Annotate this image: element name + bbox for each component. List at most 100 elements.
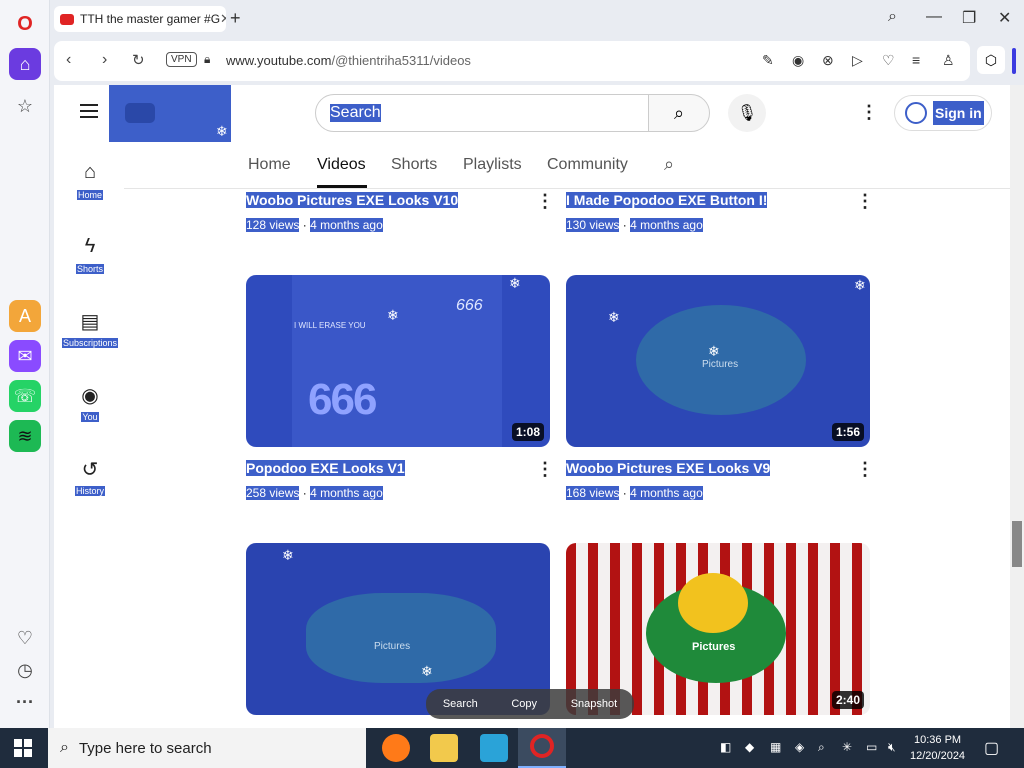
profile-icon[interactable]: ♙ xyxy=(942,52,955,69)
taskbar-search-input[interactable]: ⌕ Type here to search xyxy=(48,728,366,768)
search-button[interactable]: ⌕ xyxy=(648,94,710,132)
spotify-icon[interactable]: ≋ xyxy=(9,420,41,452)
volume-muted-icon[interactable]: 🔇︎ xyxy=(888,740,896,755)
tray-app-icon[interactable]: ✳ xyxy=(842,740,852,754)
guide-home[interactable]: ⌂ Home xyxy=(56,161,124,203)
video-title[interactable]: I Made Popodoo EXE Button I! xyxy=(566,192,768,208)
snowflake-icon: ❄ xyxy=(282,547,294,563)
opera-taskbar-button[interactable] xyxy=(518,728,566,768)
lock-icon[interactable]: 🔒︎ xyxy=(204,52,210,67)
meta-dot: · xyxy=(622,218,627,232)
video-title[interactable]: Woobo Pictures EXE Looks V10 xyxy=(246,192,459,208)
opera-logo-icon[interactable]: O xyxy=(9,8,41,40)
tray-app-icon[interactable]: ◧ xyxy=(720,740,731,754)
video-age: 4 months ago xyxy=(630,218,703,232)
guide-you[interactable]: ◉ You xyxy=(56,383,124,425)
video-title[interactable]: Woobo Pictures EXE Looks V9 xyxy=(566,460,771,476)
favorites-heart-icon[interactable]: ♡ xyxy=(9,622,41,654)
meta-dot: · xyxy=(622,486,627,500)
popup-search-button[interactable]: Search xyxy=(443,698,478,710)
minimize-button[interactable]: — xyxy=(926,8,942,26)
settings-more-icon[interactable]: ⋮ xyxy=(860,102,878,123)
channel-search-icon[interactable]: ⌕ xyxy=(664,154,674,175)
video-more-icon[interactable]: ⋮ xyxy=(856,459,874,480)
browser-tab[interactable]: TTH the master gamer #G ✕ xyxy=(54,6,226,32)
page-scrollbar[interactable] xyxy=(1010,85,1024,728)
popup-snapshot-button[interactable]: Snapshot xyxy=(571,698,617,710)
extensions-cube-icon[interactable]: ⬡ xyxy=(977,46,1005,74)
whatsapp-icon[interactable]: ☏ xyxy=(9,380,41,412)
tab-search-icon[interactable]: ⌕ xyxy=(888,8,897,26)
more-dots-icon[interactable]: ··· xyxy=(9,686,41,718)
video-more-icon[interactable]: ⋮ xyxy=(536,191,554,212)
easy-setup-icon[interactable]: ≡ xyxy=(912,52,920,68)
opera-icon xyxy=(530,734,554,758)
notifications-icon[interactable]: ▢ xyxy=(984,738,999,758)
tab-videos[interactable]: Videos xyxy=(317,156,366,174)
windows-start-icon[interactable] xyxy=(14,739,32,757)
tray-app-icon[interactable]: ◈ xyxy=(795,740,804,754)
you-account-icon: ◉ xyxy=(81,385,99,407)
tab-close-icon[interactable]: ✕ xyxy=(220,11,226,27)
tabs-divider xyxy=(124,188,1020,189)
history-clock-icon[interactable]: ◷ xyxy=(9,654,41,686)
video-title[interactable]: Popodoo EXE Looks V1 xyxy=(246,460,405,476)
url-field[interactable]: www.youtube.com/@thientriha5311/videos xyxy=(226,53,471,68)
tab-shorts[interactable]: Shorts xyxy=(391,156,437,174)
video-thumbnail[interactable]: Pictures 1:56 xyxy=(566,275,870,447)
menu-icon[interactable] xyxy=(80,104,98,118)
guide-subscriptions[interactable]: ▤ Subscriptions xyxy=(56,309,124,351)
snowflake-icon: ❄ xyxy=(509,275,521,291)
back-arrow-icon[interactable]: ‹ xyxy=(66,51,71,69)
scrollbar-thumb[interactable] xyxy=(1012,521,1022,567)
messenger-icon[interactable]: ✉ xyxy=(9,340,41,372)
edit-icon[interactable]: ✎ xyxy=(762,52,774,69)
video-meta: 258 views · 4 months ago xyxy=(246,486,383,500)
forward-arrow-icon[interactable]: › xyxy=(102,51,107,69)
tab-community[interactable]: Community xyxy=(547,156,628,174)
close-window-button[interactable]: ✕ xyxy=(998,8,1011,28)
reload-icon[interactable]: ↻ xyxy=(132,51,145,69)
popup-copy-button[interactable]: Copy xyxy=(511,698,537,710)
tray-search-icon[interactable]: ⌕ xyxy=(818,740,825,755)
guide-history[interactable]: ↺ History xyxy=(56,457,124,499)
video-age: 4 months ago xyxy=(310,486,383,500)
thumbnail-text: Pictures xyxy=(702,359,739,370)
address-bar: ‹ › ↻ VPN 🔒︎ www.youtube.com/@thientriha… xyxy=(54,41,970,81)
taskbar-clock[interactable]: 10:36 PM 12/20/2024 xyxy=(910,732,965,764)
video-meta: 168 views · 4 months ago xyxy=(566,486,703,500)
aria-app-icon[interactable]: A xyxy=(9,300,41,332)
file-explorer-icon[interactable] xyxy=(430,734,458,762)
adblock-icon[interactable]: ⊗ xyxy=(822,52,834,69)
camera-snapshot-icon[interactable]: ◉ xyxy=(792,52,804,69)
video-thumbnail[interactable]: I WILL ERASE YOU 666 666 1:08 xyxy=(246,275,550,447)
tray-app-icon[interactable]: ▦ xyxy=(770,740,781,754)
video-views: 130 views xyxy=(566,218,620,232)
tab-title: TTH the master gamer #G xyxy=(80,12,221,26)
youtube-logo[interactable] xyxy=(109,85,231,142)
pinboard-star-icon[interactable]: ☆ xyxy=(9,90,41,122)
firefox-icon[interactable] xyxy=(382,734,410,762)
guide-label: Home xyxy=(76,190,103,200)
vpn-badge[interactable]: VPN xyxy=(166,52,197,67)
guide-label: Subscriptions xyxy=(61,338,119,348)
network-icon[interactable]: ▭ xyxy=(866,740,877,754)
sign-in-button[interactable]: Sign in xyxy=(894,95,992,131)
youtube-play-icon xyxy=(125,103,155,123)
bookmark-heart-icon[interactable]: ♡ xyxy=(882,52,895,69)
tab-home[interactable]: Home xyxy=(248,156,291,174)
video-more-icon[interactable]: ⋮ xyxy=(856,191,874,212)
send-flow-icon[interactable]: ▷ xyxy=(852,52,863,69)
guide-shorts[interactable]: ϟ Shorts xyxy=(56,235,124,277)
video-more-icon[interactable]: ⋮ xyxy=(536,459,554,480)
speed-dial-home-icon[interactable]: ⌂ xyxy=(9,48,41,80)
snowflake-icon: ❄ xyxy=(387,307,399,323)
new-tab-button[interactable]: + xyxy=(230,8,241,29)
app-icon[interactable] xyxy=(480,734,508,762)
history-icon: ↺ xyxy=(81,459,99,481)
voice-search-mic-icon[interactable]: 🎙︎ xyxy=(728,94,766,132)
tab-playlists[interactable]: Playlists xyxy=(463,156,522,174)
search-input[interactable]: Search xyxy=(315,94,649,132)
tray-app-icon[interactable]: ◆ xyxy=(745,740,754,754)
restore-button[interactable]: ❐ xyxy=(962,8,976,28)
